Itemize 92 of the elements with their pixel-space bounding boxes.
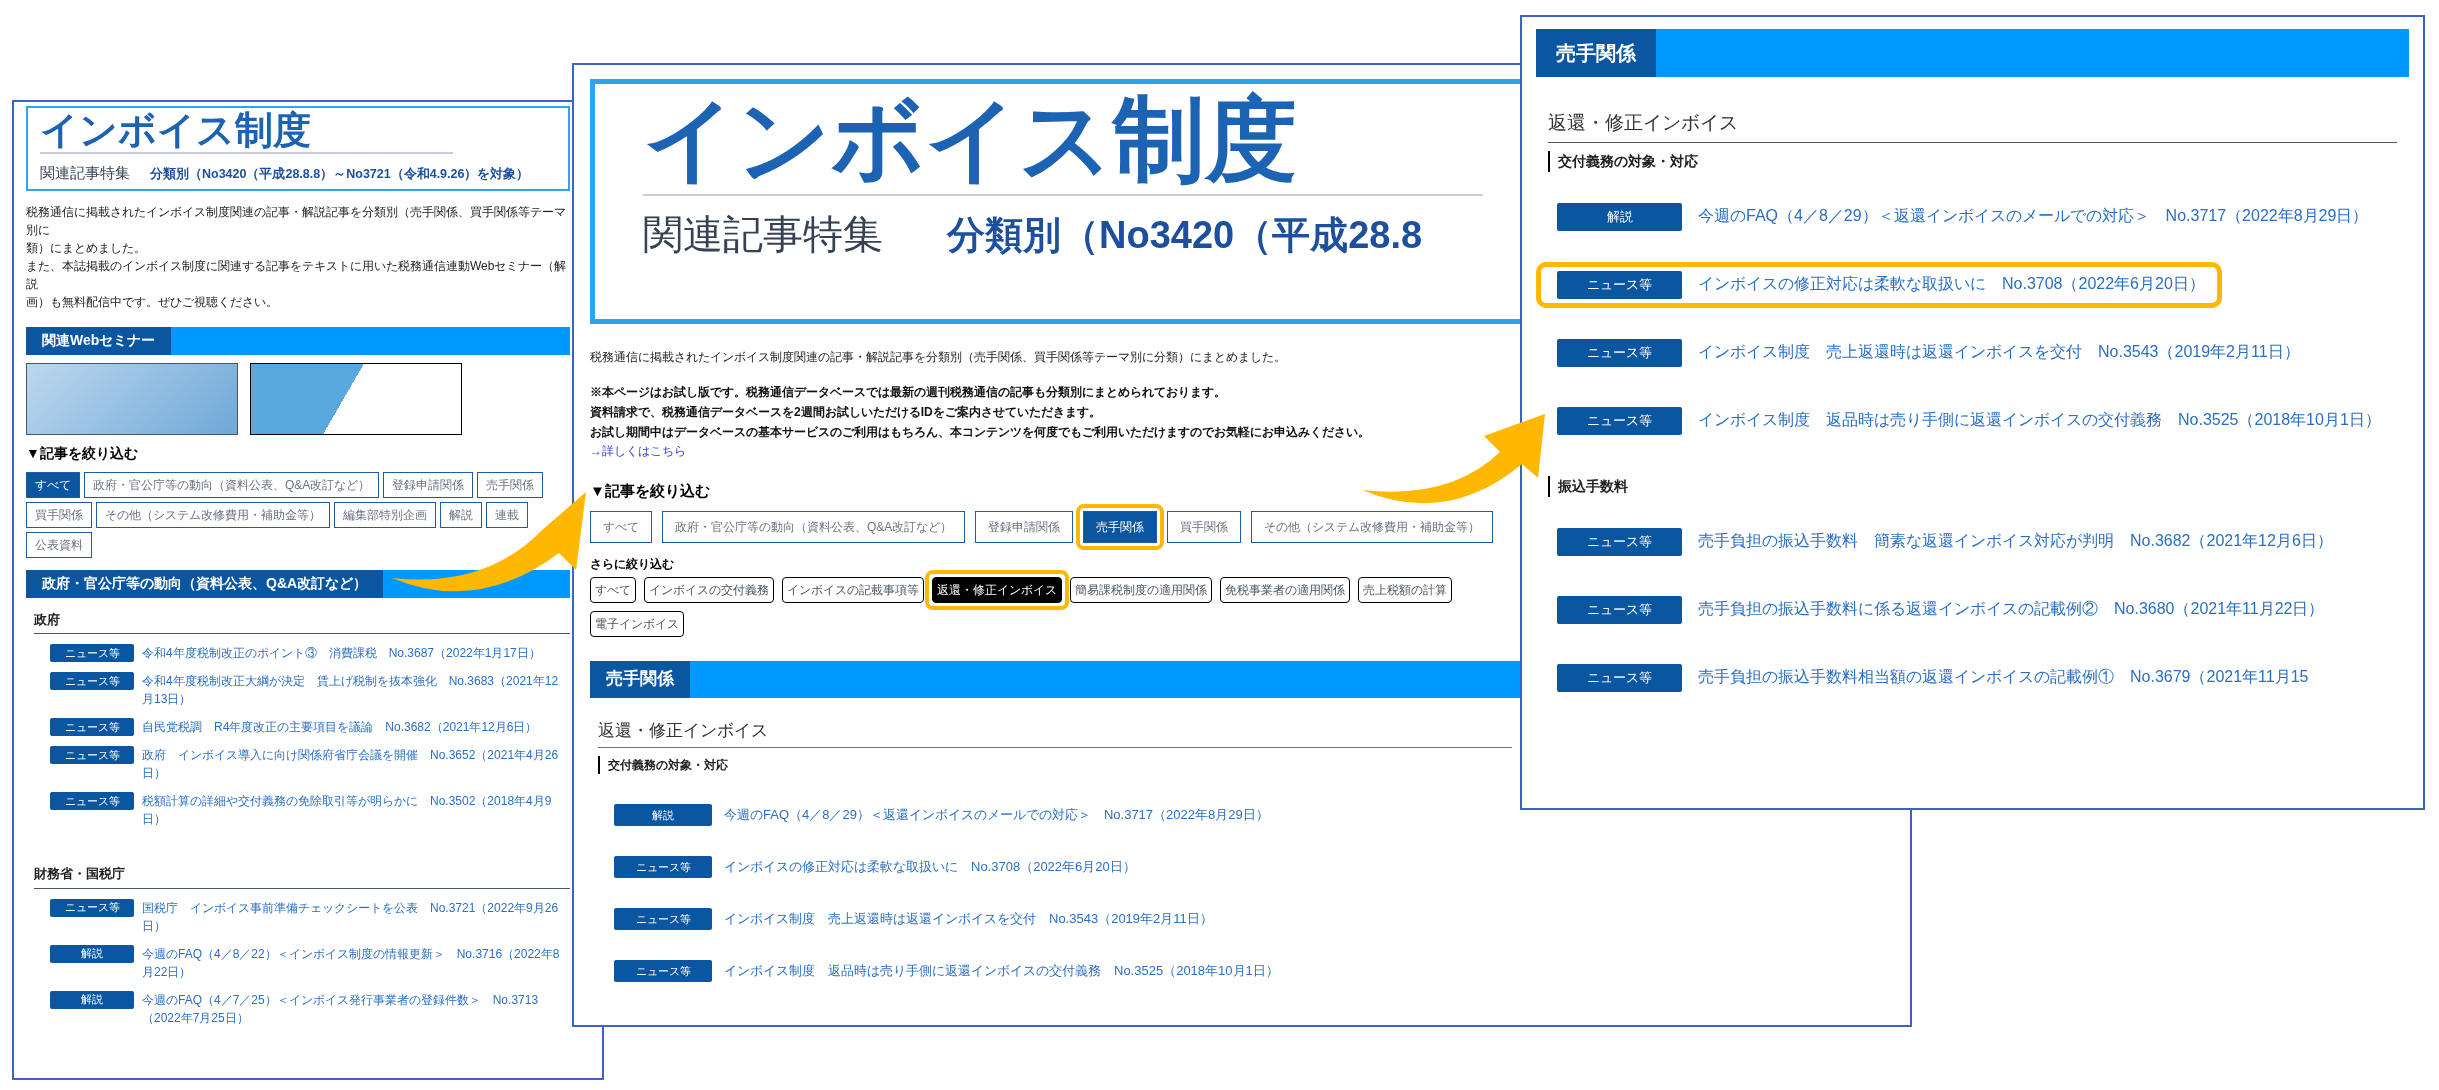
banner-image[interactable] <box>250 362 462 435</box>
notice-text: ※本ページはお試し版です。税務通信データベースでは最新の週刊税務通信の記事も分類別にまとめられております。 <box>590 384 1227 401</box>
intro-text: また、本誌掲載のインボイス制度に関連する記事をテキストに用いた税務通信連動Webセミナー（解説 <box>26 257 568 293</box>
issue-range: 分類別（No3420（平成28.8.8）～No3721（令和4.9.26）を対象） <box>150 165 530 183</box>
details-link[interactable]: →詳しくはこちら <box>590 442 686 460</box>
section-title: 売手関係 <box>1536 29 1656 77</box>
page-title: インボイス制度 <box>40 108 311 152</box>
notice-text: お試し期間中はデータベースの基本サービスのご利用はもちろん、本コンテンツを何度でもご利用いただけますのでお気軽にお申込みください。 <box>590 424 1371 441</box>
subfilter-button[interactable]: インボイスの記載事項等 <box>782 576 924 603</box>
notice-text: 資料請求で、税務通信データベースを2週間お試しいただけるIDをご案内させていただきます。 <box>590 404 1102 421</box>
category-badge: ニュース等 <box>50 718 134 736</box>
filter-button[interactable]: すべて <box>590 510 652 543</box>
filter-button[interactable]: 解説 <box>440 501 482 528</box>
category-badge: ニュース等 <box>614 908 712 930</box>
subfilter-button[interactable]: 売上税額の計算 <box>1358 576 1452 603</box>
category-badge: ニュース等 <box>1557 338 1682 367</box>
category-badge: ニュース等 <box>614 856 712 878</box>
filter-button[interactable]: その他（システム改修費用・補助金等） <box>96 501 330 528</box>
subsection-heading: 財務省・国税庁 <box>34 864 570 889</box>
article-link[interactable]: 国税庁 インボイス事前準備チェックシートを公表 No.3721（2022年9月26日） <box>142 898 570 935</box>
article-link[interactable]: 今週のFAQ（4／8／29）＜返還インボイスのメールでの対応＞ No.3717（2022年8月29日） <box>724 804 1269 826</box>
page-title: インボイス制度 <box>643 87 1297 192</box>
category-badge: ニュース等 <box>1557 663 1682 692</box>
article-link[interactable]: 売手負担の振込手数料相当額の返還インボイスの記載例① No.3679（2021年11月15 <box>1698 663 2309 690</box>
category-badge: ニュース等 <box>1557 406 1682 435</box>
article-link[interactable]: 政府 インボイス導入に向け関係府省庁会議を開催 No.3652（2021年4月26日） <box>142 746 570 782</box>
section-title: 政府・官公庁等の動向（資料公表、Q&A改訂など） <box>26 569 384 598</box>
issue-range: 分類別（No3420（平成28.8 <box>947 213 1423 258</box>
category-badge: ニュース等 <box>614 960 712 982</box>
section-title: 関連Webセミナー <box>26 326 172 355</box>
article-link[interactable]: 今週のFAQ（4／8／22）＜インボイス制度の情報更新＞ No.3716（2022年8月22日） <box>142 944 570 981</box>
intro-text: 画）も無料配信中です。ぜひご視聴ください。 <box>26 293 279 311</box>
filter-button[interactable]: 政府・官公庁等の動向（資料公表、Q&A改訂など） <box>84 471 380 498</box>
article-link[interactable]: 自民党税調 R4年度改正の主要項目を議論 No.3682（2021年12月6日） <box>142 718 538 736</box>
article-link[interactable]: インボイス制度 売上返還時は返還インボイスを交付 No.3543（2019年2月11日） <box>1698 338 2300 365</box>
filter-button[interactable]: 登録申請関係 <box>975 510 1074 543</box>
article-link[interactable]: 売手負担の振込手数料に係る返還インボイスの記載例② No.3680（2021年11月22日） <box>1698 595 2325 622</box>
topic-heading: 返還・修正インボイス <box>598 717 1512 748</box>
category-badge: ニュース等 <box>50 672 134 690</box>
subsection-heading: 振込手数料 <box>1548 475 2397 497</box>
filter-button[interactable]: その他（システム改修費用・補助金等） <box>1251 510 1494 543</box>
article-link[interactable]: 今週のFAQ（4／7／25）＜インボイス発行事業者の登録件数＞ No.3713（2022年7月25日） <box>142 990 570 1027</box>
intro-text: 税務通信に掲載されたインボイス制度関連の記事・解説記事を分類別（売手関係、買手関係等テーマ別に分類）にまとめました。 <box>590 349 1287 366</box>
article-link[interactable]: インボイス制度 返品時は売り手側に返還インボイスの交付義務 No.3525（2018年10月1日） <box>1698 406 2381 433</box>
article-link[interactable]: 令和4年度税制改正のポイント③ 消費課税 No.3687（2022年1月17日） <box>142 644 541 662</box>
subsection-heading: 交付義務の対象・対応 <box>598 756 1512 774</box>
category-badge: ニュース等 <box>1557 270 1682 299</box>
category-badge: 解説 <box>50 944 134 963</box>
intro-text: 類）にまとめました。 <box>26 239 147 257</box>
subsection-heading: 交付義務の対象・対応 <box>1548 150 2397 172</box>
category-badge: ニュース等 <box>1557 595 1682 624</box>
category-badge: ニュース等 <box>1557 527 1682 556</box>
category-badge: ニュース等 <box>50 898 134 917</box>
filter-button[interactable]: 政府・官公庁等の動向（資料公表、Q&A改訂など） <box>662 510 966 543</box>
filter-button[interactable]: すべて <box>26 471 80 498</box>
filter-button[interactable]: 連載 <box>486 501 528 528</box>
topic-heading: 返還・修正インボイス <box>1548 109 2397 143</box>
article-link[interactable]: インボイスの修正対応は柔軟な取扱いに No.3708（2022年6月20日） <box>724 856 1136 878</box>
article-link[interactable]: インボイスの修正対応は柔軟な取扱いに No.3708（2022年6月20日） <box>1698 270 2205 297</box>
article-link[interactable]: 今週のFAQ（4／8／29）＜返還インボイスのメールでの対応＞ No.3717（2022年8月29日） <box>1698 202 2369 229</box>
category-badge: ニュース等 <box>50 644 134 662</box>
filter-heading: ▼記事を絞り込む <box>590 481 711 501</box>
filter-heading: ▼記事を絞り込む <box>26 443 139 463</box>
section-title: 売手関係 <box>590 660 690 698</box>
category-badge: 解説 <box>614 804 712 826</box>
subfilter-button[interactable]: 電子インボイス <box>590 610 684 637</box>
subfilter-button[interactable]: 返還・修正インボイス <box>932 576 1062 603</box>
filter-button[interactable]: 編集部特別企画 <box>334 501 436 528</box>
article-link[interactable]: 令和4年度税制改正大綱が決定 賃上げ税制を抜本強化 No.3683（2021年12月13日） <box>142 672 570 708</box>
article-link[interactable]: 税額計算の詳細や交付義務の免除取引等が明らかに No.3502（2018年4月9日） <box>142 792 570 828</box>
category-badge: ニュース等 <box>50 792 134 810</box>
article-link[interactable]: インボイス制度 売上返還時は返還インボイスを交付 No.3543（2019年2月11日） <box>724 908 1213 930</box>
subfilter-button[interactable]: インボイスの交付義務 <box>644 576 774 603</box>
subfilter-button[interactable]: 簡易課税制度の適用関係 <box>1070 576 1212 603</box>
article-link[interactable]: 売手負担の振込手数料 簡素な返還インボイス対応が判明 No.3682（2021年12月6日） <box>1698 527 2333 554</box>
article-link[interactable]: インボイス制度 返品時は売り手側に返還インボイスの交付義務 No.3525（2018年10月1日） <box>724 960 1279 982</box>
filter-button[interactable]: 買手関係 <box>26 501 92 528</box>
filter-button[interactable]: 公表資料 <box>26 531 92 558</box>
filter-button[interactable]: 売手関係 <box>477 471 544 498</box>
filter-subheading: さらに絞り込む <box>590 555 675 573</box>
subsection-heading: 政府 <box>34 609 570 634</box>
filter-button[interactable]: 売手関係 <box>1083 510 1158 543</box>
category-badge: 解説 <box>1557 202 1682 231</box>
page-subtitle: 関連記事特集 <box>643 211 883 258</box>
filter-button[interactable]: 買手関係 <box>1167 510 1242 543</box>
subfilter-button[interactable]: すべて <box>590 576 636 603</box>
category-badge: 解説 <box>50 990 134 1009</box>
subfilter-button[interactable]: 免税事業者の適用関係 <box>1220 576 1350 603</box>
intro-text: 税務通信に掲載されたインボイス制度関連の記事・解説記事を分類別（売手関係、買手関係等テーマ別に <box>26 203 567 239</box>
category-badge: ニュース等 <box>50 746 134 764</box>
filter-button[interactable]: 登録申請関係 <box>383 471 474 498</box>
page-subtitle: 関連記事特集 <box>40 163 130 183</box>
